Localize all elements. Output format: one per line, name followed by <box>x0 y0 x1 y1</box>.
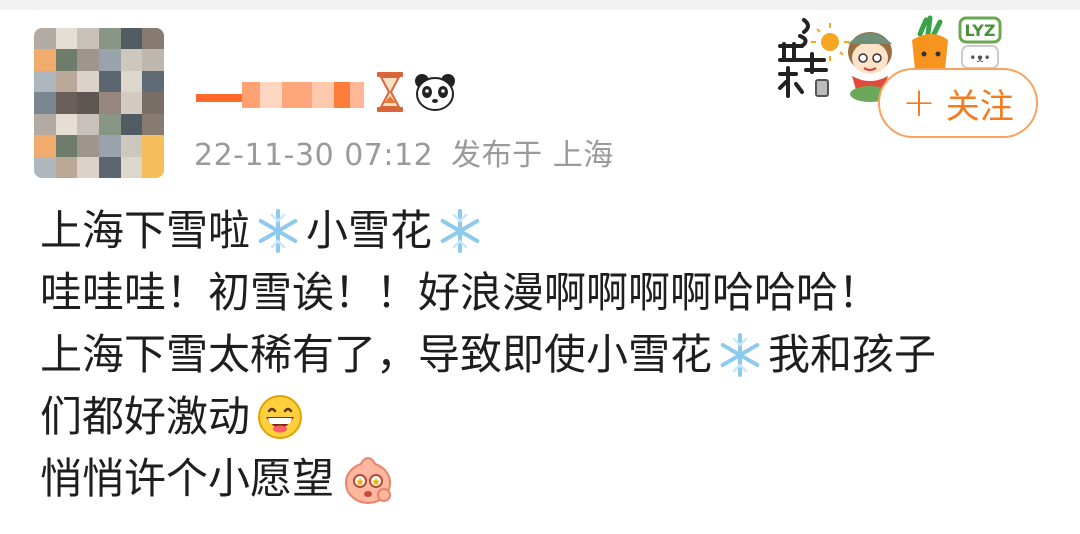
post-line-4: 们都好激动 <box>40 386 1050 448</box>
snowflake-emoji <box>440 209 480 253</box>
post-line-5: 悄悄许个小愿望 <box>40 448 1050 510</box>
avatar-tile <box>142 135 164 157</box>
post-line-1-text-b: 小雪花 <box>306 206 433 255</box>
avatar-tile <box>98 70 121 93</box>
svg-text:LYZ: LYZ <box>965 21 996 40</box>
post-location: 发布于 上海 <box>451 138 614 173</box>
post-meta: 22-11-30 07:12 发布于 上海 <box>194 130 614 174</box>
avatar-tile <box>55 92 78 114</box>
avatar-tile <box>98 92 121 114</box>
avatar-tile <box>142 113 164 136</box>
top-divider <box>0 0 1080 10</box>
avatar-tile <box>98 49 121 71</box>
avatar-tile <box>34 135 56 157</box>
plus-icon: + <box>902 80 936 126</box>
svg-text:•ᴥ•: •ᴥ• <box>969 51 990 65</box>
post-line-5-text: 悄悄许个小愿望 <box>40 454 335 503</box>
avatar-tile <box>98 135 121 157</box>
avatar-tile <box>77 135 99 157</box>
snowflake-emoji <box>720 333 760 377</box>
avatar-tile <box>55 49 78 71</box>
avatar-tile <box>98 156 121 178</box>
avatar-tile <box>34 156 56 178</box>
follow-button-label: 关注 <box>945 86 1014 127</box>
post-line-1: 上海下雪啦 小雪花 <box>40 200 1050 262</box>
avatar-tile <box>34 28 56 50</box>
avatar-tile <box>77 156 99 178</box>
avatar-tile <box>142 70 164 93</box>
follow-button[interactable]: + 关注 <box>878 68 1038 138</box>
avatar-tile <box>120 135 143 157</box>
post-line-3-text-b: 我和孩子 <box>768 330 937 379</box>
avatar-tile <box>34 70 56 93</box>
avatar-tile <box>120 113 143 136</box>
avatar-tile <box>120 156 143 178</box>
avatar-tile <box>120 49 143 71</box>
avatar-tile <box>55 135 78 157</box>
snowflake-emoji <box>258 209 298 253</box>
avatar-tile <box>34 113 56 136</box>
hourglass-icon <box>377 72 403 112</box>
post-line-2: 哇哇哇！初雪诶！！好浪漫啊啊啊啊哈哈哈！ <box>40 262 1050 324</box>
avatar-tile <box>142 49 164 71</box>
avatar-tile <box>98 28 121 50</box>
avatar-tile <box>142 92 164 114</box>
post-line-3: 上海下雪太稀有了，导致即使小雪花 我和孩子 <box>40 324 1050 386</box>
post-line-4-text: 们都好激动 <box>40 392 251 441</box>
avatar-tile <box>77 70 99 93</box>
panda-icon <box>415 74 455 111</box>
avatar-tile <box>77 92 99 114</box>
post-line-2-text: 哇哇哇！初雪诶！！好浪漫啊啊啊啊哈哈哈！ <box>40 268 881 317</box>
avatar-tile <box>98 113 121 136</box>
avatar-tile <box>120 28 143 50</box>
avatar-tile <box>55 156 78 178</box>
avatar-tile <box>34 92 56 114</box>
avatar-tile <box>55 113 78 136</box>
avatar-tile <box>77 49 99 71</box>
avatar-tile <box>55 70 78 93</box>
avatar-tile <box>120 92 143 114</box>
avatar-tile <box>142 156 164 178</box>
post-line-3-text-a: 上海下雪太稀有了，导致即使小雪花 <box>40 330 713 379</box>
grinning-emoji <box>258 395 303 439</box>
post-timestamp: 22-11-30 07:12 <box>194 138 434 173</box>
avatar-tile <box>77 28 99 50</box>
avatar-tile <box>142 28 164 50</box>
avatar-tile <box>55 28 78 50</box>
username[interactable] <box>196 76 364 114</box>
avatar-tile <box>77 113 99 136</box>
wishing-emoji <box>345 457 392 504</box>
avatar[interactable] <box>34 28 164 178</box>
post-line-1-text-a: 上海下雪啦 <box>40 206 251 255</box>
avatar-tile <box>120 70 143 93</box>
post-text: 上海下雪啦 小雪花 哇哇哇！初雪诶！！好浪漫啊啊啊啊哈哈哈！ 上海下雪太稀有了，… <box>40 200 1050 510</box>
avatar-tile <box>34 49 56 71</box>
